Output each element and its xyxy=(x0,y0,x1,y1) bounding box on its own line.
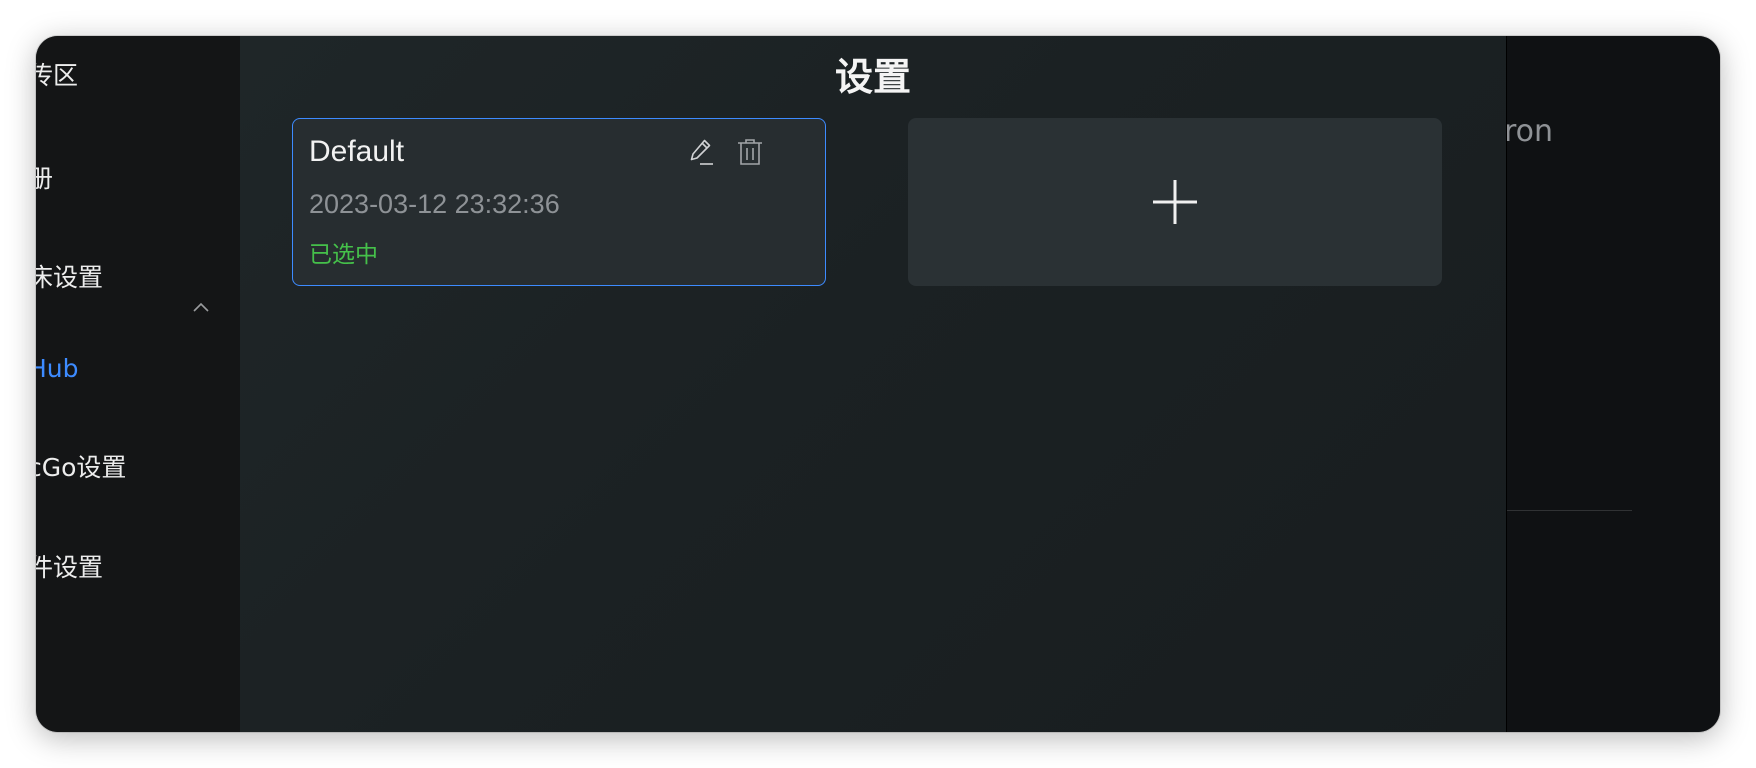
app-window: 传区 册 床设置 Hub cGo设置 件设置 ron 设置 Default 20… xyxy=(36,36,1720,732)
plus-icon xyxy=(1153,180,1197,224)
config-card-default[interactable]: Default 2023-03-12 23:32:36 已选中 xyxy=(292,118,826,286)
sidebar-item-picbed-settings[interactable]: 床设置 xyxy=(36,258,103,294)
background-text: ron xyxy=(1504,114,1554,149)
dialog-title: 设置 xyxy=(834,55,911,99)
sidebar-item-plugin-settings[interactable]: 件设置 xyxy=(36,548,103,584)
settings-dialog: 设置 Default 2023-03-12 23:32:36 已选中 xyxy=(240,36,1507,732)
sidebar-item-github[interactable]: Hub xyxy=(36,354,79,383)
config-name: Default xyxy=(309,135,405,168)
sidebar: 传区 册 床设置 Hub cGo设置 件设置 xyxy=(36,36,240,732)
sidebar-item-album[interactable]: 册 xyxy=(36,159,53,195)
pencil-icon[interactable] xyxy=(685,135,719,169)
trash-icon[interactable] xyxy=(733,135,767,169)
selected-status: 已选中 xyxy=(309,242,378,268)
sidebar-item-picgo-settings[interactable]: cGo设置 xyxy=(36,448,126,484)
config-timestamp: 2023-03-12 23:32:36 xyxy=(309,189,560,219)
sidebar-item-upload[interactable]: 传区 xyxy=(36,56,78,92)
add-config-button[interactable] xyxy=(908,118,1442,286)
chevron-up-icon[interactable] xyxy=(186,292,216,322)
divider xyxy=(1506,510,1632,511)
